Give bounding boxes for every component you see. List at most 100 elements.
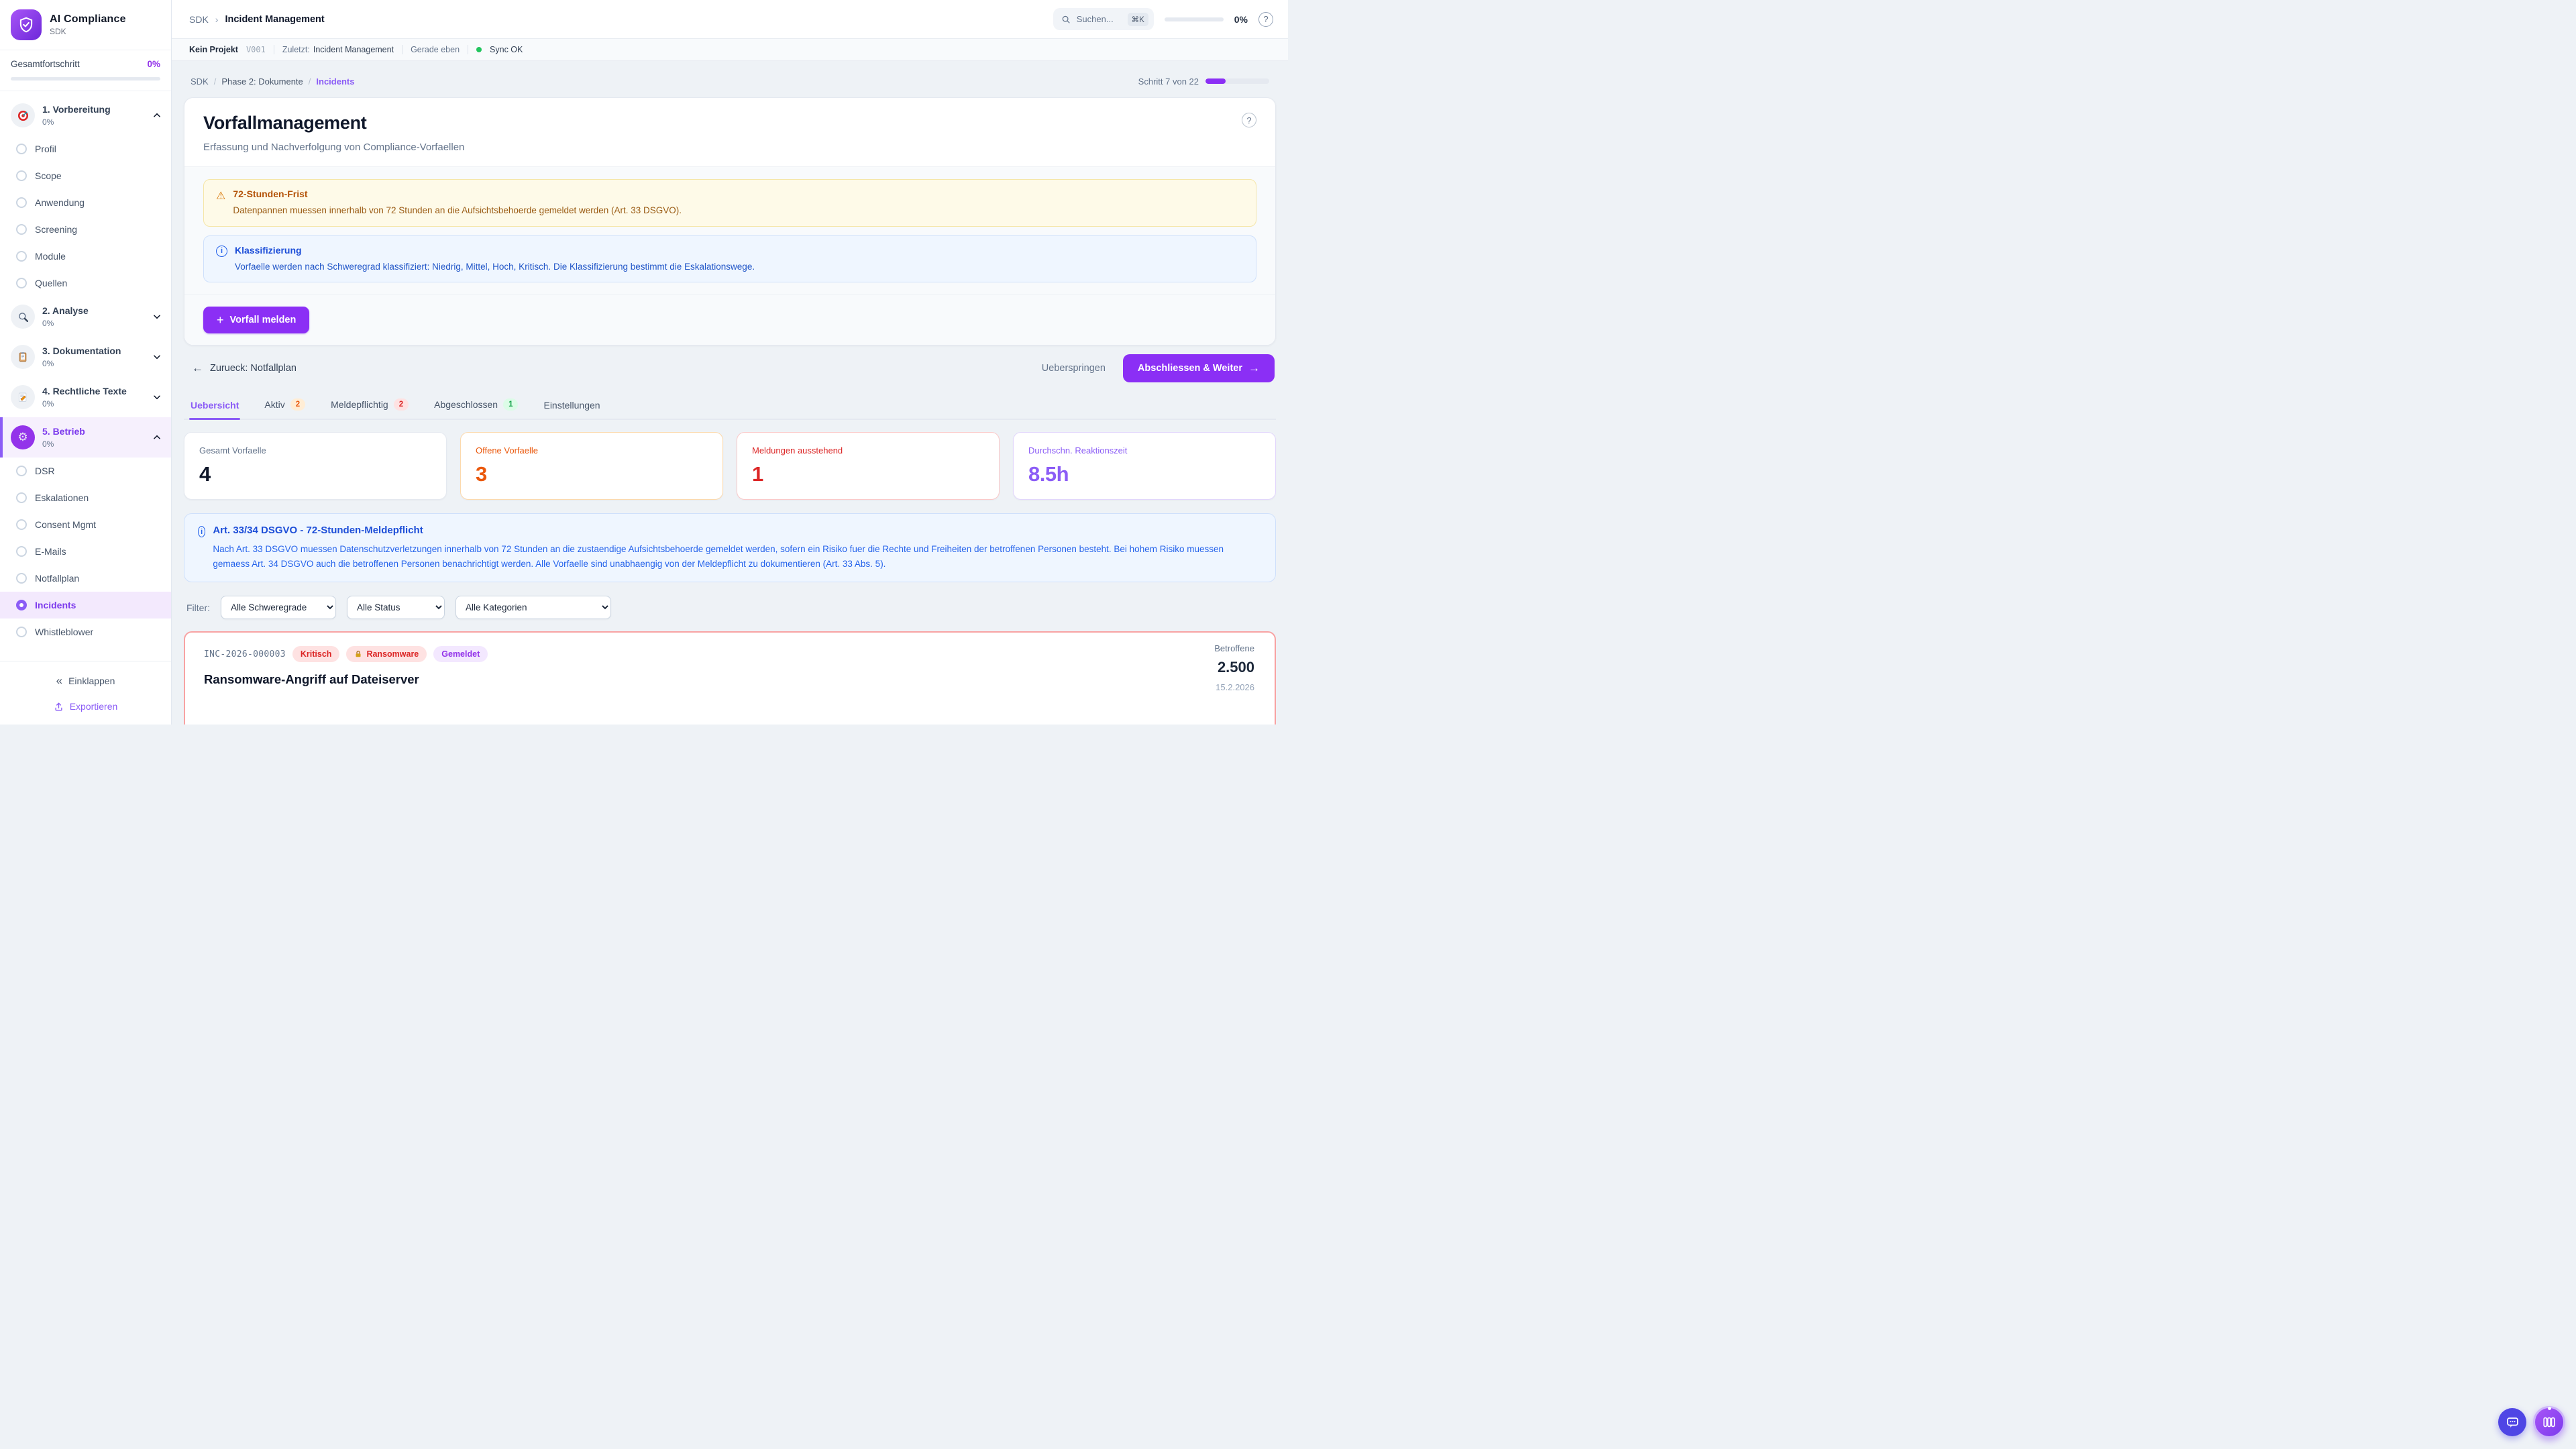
stat-card-total: Gesamt Vorfaelle 4 [184, 432, 447, 500]
shield-check-icon [17, 16, 35, 34]
stat-value: 3 [476, 462, 708, 486]
sidebar-item-module[interactable]: Module [0, 243, 171, 270]
arrow-right-icon: → [1248, 362, 1260, 375]
overall-progress-bar [11, 77, 160, 80]
app-title-block: AI Compliance SDK [50, 13, 126, 36]
radio-icon [16, 546, 27, 557]
incident-title: Ransomware-Angriff auf Dateiserver [204, 672, 1256, 687]
sidebar-section-rechtliche-texte[interactable]: 4. Rechtliche Texte 0% [0, 377, 171, 417]
tab-label: Aktiv [264, 399, 284, 410]
sidebar-item-emails[interactable]: E-Mails [0, 538, 171, 565]
page-content: SDK / Phase 2: Dokumente / Incidents Sch… [172, 61, 1288, 724]
arrow-left-icon: ← [192, 362, 203, 375]
overall-progress-value: 0% [147, 59, 160, 69]
info-alert-title: Klassifizierung [235, 245, 755, 256]
help-icon[interactable]: ? [1258, 12, 1273, 27]
complete-next-button[interactable]: Abschliessen & Weiter → [1123, 354, 1275, 382]
tab-aktiv[interactable]: Aktiv 2 [263, 392, 307, 419]
app-logo [11, 9, 42, 40]
sidebar-item-consent-mgmt[interactable]: Consent Mgmt [0, 511, 171, 538]
affected-label: Betroffene [1214, 643, 1254, 653]
breadcrumb-root[interactable]: SDK [189, 14, 209, 25]
tab-meldepflichtig[interactable]: Meldepflichtig 2 [329, 392, 410, 419]
step-progress-bar [1205, 78, 1269, 84]
report-incident-button[interactable]: + Vorfall melden [203, 307, 309, 333]
breadcrumb-separator: / [309, 76, 311, 87]
sidebar-item-whistleblower[interactable]: Whistleblower [0, 619, 171, 645]
help-icon[interactable]: ? [1242, 113, 1256, 127]
tab-abgeschlossen[interactable]: Abgeschlossen 1 [433, 392, 519, 419]
sidebar-section-betrieb[interactable]: ⚙ 5. Betrieb 0% [0, 417, 171, 458]
tab-einstellungen[interactable]: Einstellungen [542, 393, 601, 419]
sidebar-item-scope[interactable]: Scope [0, 162, 171, 189]
sidebar: AI Compliance SDK Gesamtfortschritt 0% 1… [0, 0, 172, 724]
report-incident-label: Vorfall melden [230, 315, 297, 325]
search-input[interactable]: Suchen... ⌘K [1053, 8, 1154, 30]
overall-progress-label: Gesamtfortschritt [11, 59, 80, 69]
section-percent: 0% [42, 399, 145, 409]
section-percent: 0% [42, 117, 145, 127]
page-header-card: Vorfallmanagement Erfassung und Nachverf… [184, 97, 1276, 345]
severity-filter-select[interactable]: Alle Schweregrade [221, 596, 336, 619]
stat-value: 1 [752, 462, 984, 486]
target-icon [11, 103, 35, 127]
tab-uebersicht[interactable]: Uebersicht [189, 393, 240, 419]
radio-icon [16, 278, 27, 288]
sidebar-item-screening[interactable]: Screening [0, 216, 171, 243]
collapse-sidebar-button[interactable]: « Einklappen [0, 668, 171, 694]
stat-label: Durchschn. Reaktionszeit [1028, 445, 1260, 455]
back-link-label: Zurueck: Notfallplan [210, 363, 297, 374]
info-alert-text: Vorfaelle werden nach Schweregrad klassi… [235, 260, 755, 274]
law-info-box: i Art. 33/34 DSGVO - 72-Stunden-Meldepfl… [184, 513, 1276, 582]
sidebar-item-profil[interactable]: Profil [0, 136, 171, 162]
export-button[interactable]: Exportieren [0, 694, 171, 719]
kanban-fab-button[interactable] [2533, 1406, 2565, 1438]
chevron-up-icon [152, 111, 162, 120]
category-badge: Ransomware [346, 646, 427, 662]
stat-label: Meldungen ausstehend [752, 445, 984, 455]
stat-value: 4 [199, 462, 431, 486]
sync-status-label: Sync OK [490, 45, 523, 54]
sidebar-section-dokumentation[interactable]: 3. Dokumentation 0% [0, 337, 171, 377]
wizard-nav-row: ← Zurueck: Notfallplan Ueberspringen Abs… [184, 354, 1276, 382]
sidebar-item-notfallplan[interactable]: Notfallplan [0, 565, 171, 592]
app-logo-row: AI Compliance SDK [0, 0, 171, 50]
stat-card-pending-reports: Meldungen ausstehend 1 [737, 432, 1000, 500]
sidebar-item-label: Notfallplan [35, 573, 79, 584]
category-filter-select[interactable]: Alle Kategorien [455, 596, 611, 619]
status-bar: Kein Projekt V001 Zuletzt: Incident Mana… [172, 39, 1288, 61]
status-filter-select[interactable]: Alle Status [347, 596, 445, 619]
section-percent: 0% [42, 439, 145, 449]
filter-row: Filter: Alle Schweregrade Alle Status Al… [184, 596, 1276, 619]
sidebar-item-eskalationen[interactable]: Eskalationen [0, 484, 171, 511]
sidebar-item-dsr[interactable]: DSR [0, 458, 171, 484]
status-badge: Gemeldet [433, 646, 488, 662]
chevron-up-icon [152, 433, 162, 442]
tab-count-badge: 1 [503, 398, 518, 411]
breadcrumb-separator: / [214, 76, 217, 87]
sidebar-section-vorbereitung[interactable]: 1. Vorbereitung 0% [0, 95, 171, 136]
info-alert: i Klassifizierung Vorfaelle werden nach … [203, 235, 1256, 283]
incident-card[interactable]: INC-2026-000003 Kritisch Ransomware Geme… [184, 631, 1276, 724]
skip-button[interactable]: Ueberspringen [1038, 358, 1110, 379]
sidebar-nav: 1. Vorbereitung 0% Profil Scope Anwendun… [0, 91, 171, 661]
breadcrumb-root[interactable]: SDK [191, 76, 209, 87]
last-value: Incident Management [313, 45, 394, 54]
chat-fab-button[interactable] [2498, 1408, 2526, 1436]
breadcrumb-phase[interactable]: Phase 2: Dokumente [221, 76, 303, 87]
kanban-columns-icon [2542, 1415, 2557, 1430]
sidebar-item-quellen[interactable]: Quellen [0, 270, 171, 297]
radio-icon [16, 466, 27, 476]
sidebar-item-anwendung[interactable]: Anwendung [0, 189, 171, 216]
chevron-down-icon [152, 352, 162, 362]
memo-icon [11, 385, 35, 409]
version-badge: V001 [246, 45, 266, 54]
sidebar-section-analyse[interactable]: 2. Analyse 0% [0, 297, 171, 337]
magnifier-icon [11, 305, 35, 329]
section-label: 3. Dokumentation [42, 345, 121, 356]
sidebar-item-incidents[interactable]: Incidents [0, 592, 171, 619]
app-title: AI Compliance [50, 13, 126, 25]
page-title: Vorfallmanagement [203, 113, 1242, 133]
collapse-icon: « [56, 674, 62, 688]
back-link[interactable]: ← Zurueck: Notfallplan [185, 356, 303, 380]
